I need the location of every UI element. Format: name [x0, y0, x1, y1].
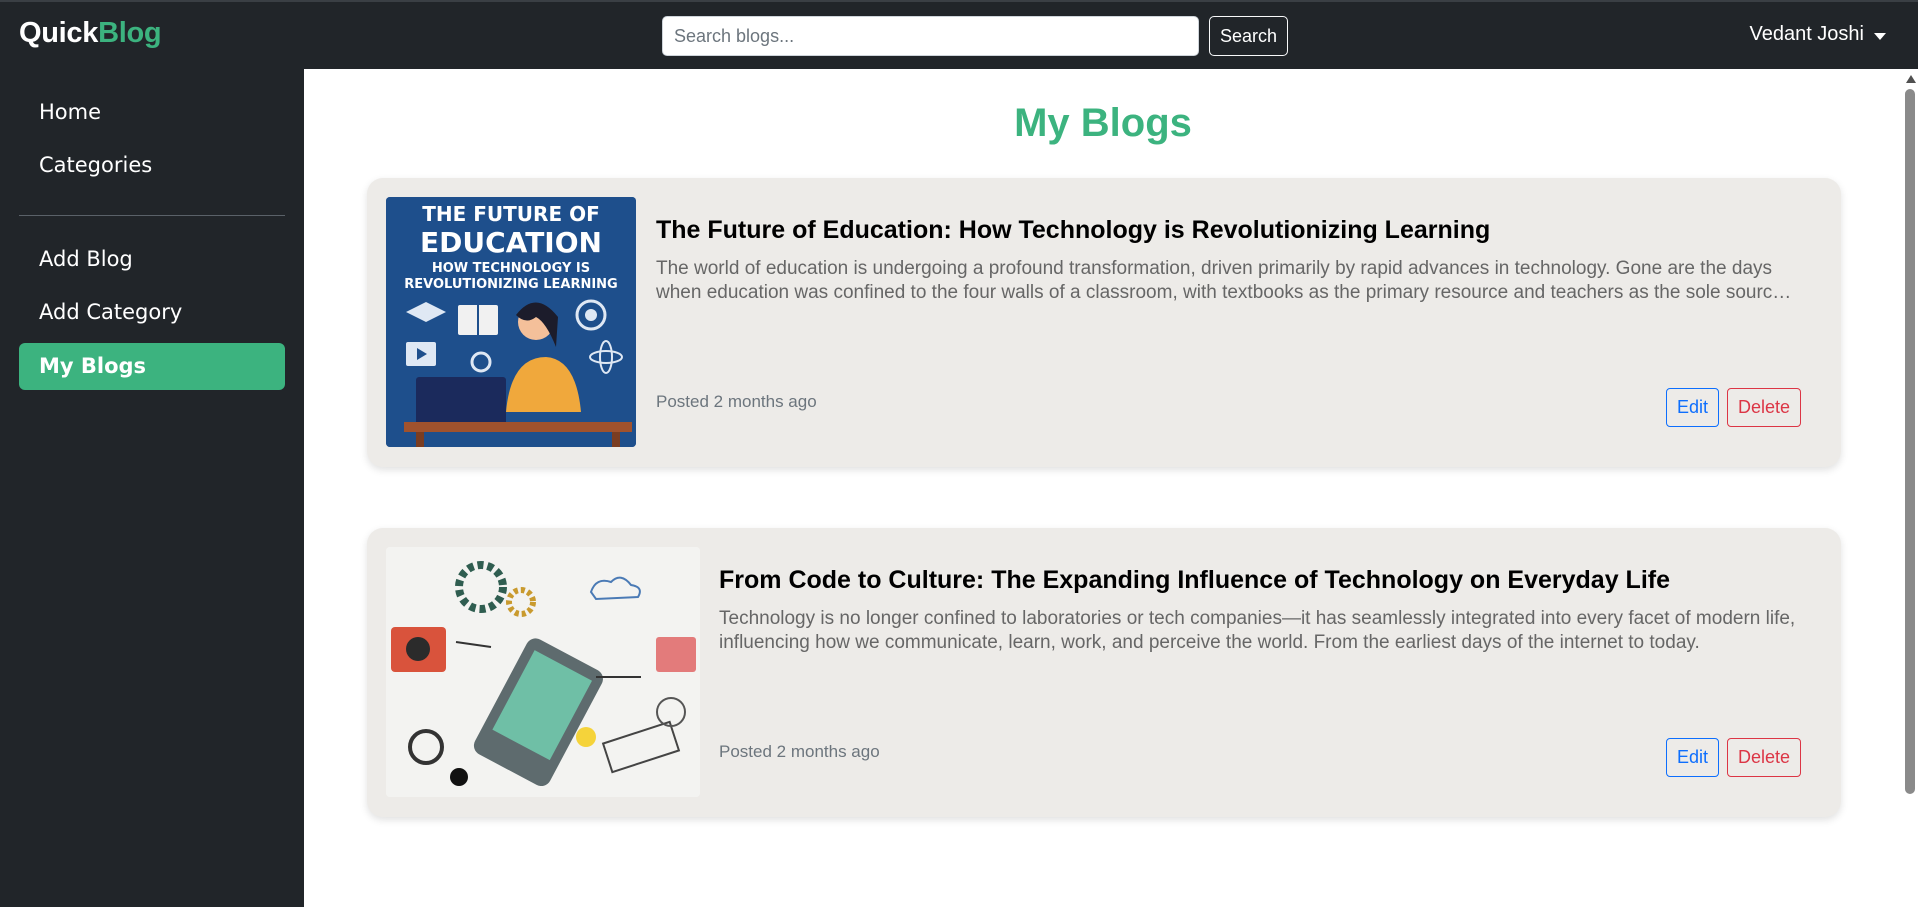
chevron-down-icon	[1874, 32, 1886, 40]
image-text-line4: REVOLUTIONIZING LEARNING	[404, 277, 617, 292]
sidebar-item-add-category[interactable]: Add Category	[19, 289, 285, 336]
blog-thumbnail-technology[interactable]	[386, 547, 700, 797]
blog-card: From Code to Culture: The Expanding Infl…	[367, 528, 1841, 817]
sidebar-item-home[interactable]: Home	[19, 89, 285, 136]
delete-button[interactable]: Delete	[1727, 738, 1801, 777]
blog-excerpt: The world of education is undergoing a p…	[656, 258, 1783, 303]
search-input[interactable]	[662, 16, 1199, 56]
search-button[interactable]: Search	[1209, 16, 1288, 56]
scroll-up-arrow-icon[interactable]	[1906, 75, 1916, 83]
blog-posted-time: Posted 2 months ago	[719, 742, 880, 761]
blog-card-body: The Future of Education: How Technology …	[656, 216, 1801, 305]
sidebar-item-my-blogs[interactable]: My Blogs	[19, 343, 285, 390]
scrollbar-thumb[interactable]	[1905, 89, 1915, 794]
user-name: Vedant Joshi	[1749, 23, 1864, 45]
education-illustration: THE FUTURE OF EDUCATION HOW TECHNOLOGY I…	[386, 197, 636, 447]
blog-posted-time: Posted 2 months ago	[656, 392, 817, 411]
sidebar: Home Categories Add Blog Add Category My…	[0, 69, 304, 907]
main-content: My Blogs THE FUTURE OF EDUCATION HOW TEC…	[304, 69, 1902, 907]
sidebar-divider	[19, 215, 285, 216]
vertical-scrollbar[interactable]	[1902, 69, 1918, 907]
sidebar-item-add-blog[interactable]: Add Blog	[19, 236, 285, 283]
blog-thumbnail-education[interactable]: THE FUTURE OF EDUCATION HOW TECHNOLOGY I…	[386, 197, 636, 447]
edit-button[interactable]: Edit	[1666, 388, 1719, 427]
page-title: My Blogs	[1014, 101, 1192, 145]
blog-title[interactable]: The Future of Education: How Technology …	[656, 216, 1801, 245]
sidebar-item-categories[interactable]: Categories	[19, 142, 285, 189]
image-text-line1: THE FUTURE OF	[422, 202, 599, 226]
image-text-line3: HOW TECHNOLOGY IS	[432, 261, 590, 276]
edit-button[interactable]: Edit	[1666, 738, 1719, 777]
delete-button[interactable]: Delete	[1727, 388, 1801, 427]
user-menu[interactable]: Vedant Joshi	[1749, 23, 1886, 46]
technology-doodle-illustration	[386, 547, 700, 797]
blog-card: THE FUTURE OF EDUCATION HOW TECHNOLOGY I…	[367, 178, 1841, 467]
brand-logo[interactable]: QuickBlog	[19, 17, 162, 50]
image-text-line2: EDUCATION	[420, 226, 602, 259]
brand-part-blog: Blog	[98, 17, 162, 49]
blog-card-body: From Code to Culture: The Expanding Infl…	[719, 566, 1801, 655]
blog-excerpt: Technology is no longer confined to labo…	[719, 608, 1796, 653]
blog-title[interactable]: From Code to Culture: The Expanding Infl…	[719, 566, 1801, 595]
top-navbar: QuickBlog Search Vedant Joshi	[0, 0, 1918, 69]
brand-part-quick: Quick	[19, 17, 99, 49]
